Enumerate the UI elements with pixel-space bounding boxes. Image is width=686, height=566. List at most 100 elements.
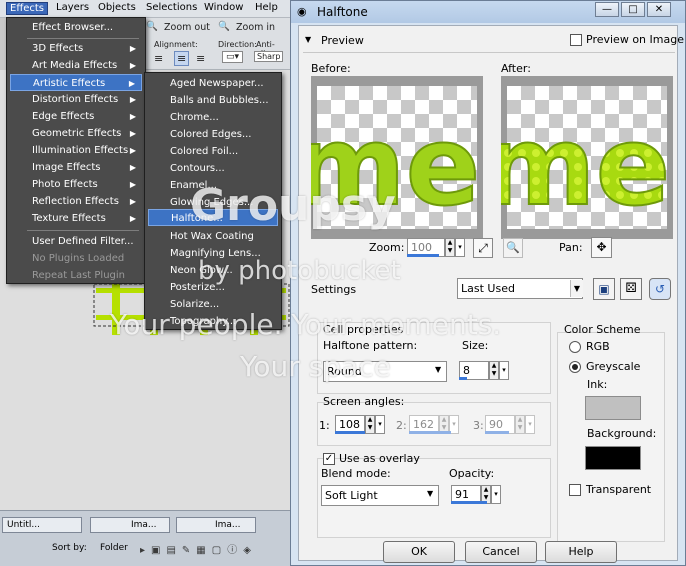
menu-item-colored-edges[interactable]: Colored Edges... bbox=[148, 126, 278, 143]
size-spinner[interactable]: ▲ ▼ bbox=[489, 361, 499, 380]
menu-effects[interactable]: Effects bbox=[6, 2, 48, 15]
menu-item-3d-effects[interactable]: 3D Effects ▶ bbox=[10, 40, 142, 57]
after-preview-art: mel bbox=[501, 101, 673, 231]
doc-tab-untitled[interactable]: Untitl... bbox=[2, 517, 82, 533]
preview-header[interactable]: Preview bbox=[321, 34, 364, 47]
zoom-in-button[interactable]: Zoom in bbox=[236, 22, 275, 33]
transparent-checkbox[interactable] bbox=[569, 484, 581, 496]
menu-item-aged-newspaper[interactable]: Aged Newspaper... bbox=[148, 75, 278, 92]
menu-item-texture-effects[interactable]: Texture Effects ▶ bbox=[10, 210, 142, 227]
menu-item-artistic-effects[interactable]: Artistic Effects ▶ bbox=[10, 74, 142, 91]
menu-item-effect-browser[interactable]: Effect Browser... bbox=[10, 19, 142, 36]
menu-item-magnifying-lens[interactable]: Magnifying Lens... bbox=[148, 245, 278, 262]
pan-move-icon[interactable]: ✥ bbox=[591, 237, 612, 258]
cancel-button[interactable]: Cancel bbox=[465, 541, 537, 563]
menu-item-chrome[interactable]: Chrome... bbox=[148, 109, 278, 126]
menu-item-photo-effects[interactable]: Photo Effects ▶ bbox=[10, 176, 142, 193]
chevron-down-icon[interactable]: ▼ bbox=[435, 365, 441, 374]
menu-item-posterize[interactable]: Posterize... bbox=[148, 279, 278, 296]
menu-item-neon-glow[interactable]: Neon Glow... bbox=[148, 262, 278, 279]
greyscale-radio[interactable] bbox=[569, 361, 581, 373]
align-left-icon[interactable]: ≡ bbox=[154, 52, 163, 65]
angle-1-slider-bar[interactable] bbox=[335, 431, 365, 434]
zoom-preview-icon[interactable]: 🔍 bbox=[503, 238, 523, 258]
doc-tab-image-2[interactable]: Ima... bbox=[176, 517, 256, 533]
doc-tab-image-1[interactable]: Ima... bbox=[90, 517, 170, 533]
dialog-titlebar: ◉ Halftone — □ ✕ bbox=[291, 1, 685, 23]
size-slider-bar[interactable] bbox=[459, 377, 467, 380]
submenu-arrow-icon: ▶ bbox=[129, 61, 136, 70]
browser-tool-icons[interactable]: ▸▣▤✎▦▢ⓘ◈ bbox=[140, 541, 257, 556]
angle-2-slider-bar bbox=[409, 431, 451, 434]
background-color-swatch[interactable] bbox=[585, 446, 641, 470]
opacity-slider-bar[interactable] bbox=[451, 501, 487, 504]
menu-item-geometric-effects[interactable]: Geometric Effects ▶ bbox=[10, 125, 142, 142]
sort-folder-dropdown[interactable]: Folder bbox=[100, 543, 128, 553]
randomize-dice-icon[interactable]: ⚄ bbox=[620, 278, 642, 300]
menu-item-repeat-last-plugin: Repeat Last Plugin bbox=[32, 270, 125, 281]
ink-color-swatch[interactable] bbox=[585, 396, 641, 420]
menu-item-edge-effects[interactable]: Edge Effects ▶ bbox=[10, 108, 142, 125]
zoom-dropdown-arrow[interactable]: ▾ bbox=[455, 238, 465, 257]
menu-layers[interactable]: Layers bbox=[56, 2, 89, 13]
menu-window[interactable]: Window bbox=[204, 2, 243, 13]
maximize-button[interactable]: □ bbox=[621, 2, 645, 17]
menu-item-halftone[interactable]: Halftone... bbox=[148, 209, 278, 226]
blend-mode-dropdown[interactable]: Soft Light bbox=[321, 485, 439, 506]
zoom-spinner[interactable]: ▲ ▼ bbox=[445, 238, 455, 257]
submenu-arrow-icon: ▶ bbox=[129, 214, 136, 223]
menu-selections[interactable]: Selections bbox=[146, 2, 197, 13]
settings-dropdown-arrow[interactable]: ▼ bbox=[570, 280, 583, 297]
menu-item-hot-wax-coating[interactable]: Hot Wax Coating bbox=[148, 228, 278, 245]
angle-1-dropdown-arrow[interactable]: ▾ bbox=[375, 415, 385, 434]
rgb-radio[interactable] bbox=[569, 341, 581, 353]
direction-dropdown[interactable]: ▭▾ bbox=[222, 51, 244, 63]
menu-objects[interactable]: Objects bbox=[98, 2, 136, 13]
align-right-icon[interactable]: ≡ bbox=[196, 52, 205, 65]
antialias-dropdown[interactable]: Sharp bbox=[254, 51, 284, 62]
before-label: Before: bbox=[311, 62, 351, 75]
fit-view-icon[interactable]: ⤢ bbox=[473, 238, 493, 258]
menu-item-colored-foil[interactable]: Colored Foil... bbox=[148, 143, 278, 160]
reset-icon[interactable]: ↺ bbox=[649, 278, 671, 300]
menu-item-art-media-effects[interactable]: Art Media Effects ▶ bbox=[10, 57, 142, 74]
menu-item-solarize[interactable]: Solarize... bbox=[148, 296, 278, 313]
opacity-dropdown-arrow[interactable]: ▾ bbox=[491, 485, 501, 504]
minimize-button[interactable]: — bbox=[595, 2, 619, 17]
ok-button[interactable]: OK bbox=[383, 541, 455, 563]
menu-item-contours[interactable]: Contours... bbox=[148, 160, 278, 177]
preview-lettering: mel bbox=[501, 102, 673, 230]
before-preview[interactable]: mel bbox=[311, 76, 483, 239]
angle-3-spinner: ▲ ▼ bbox=[515, 415, 525, 434]
opacity-label: Opacity: bbox=[449, 467, 495, 480]
save-preset-icon[interactable]: ▣ bbox=[593, 278, 615, 300]
menu-help[interactable]: Help bbox=[255, 2, 278, 13]
help-button[interactable]: Help bbox=[545, 541, 617, 563]
menu-item-reflection-effects[interactable]: Reflection Effects ▶ bbox=[10, 193, 142, 210]
menu-item-user-defined-filter[interactable]: User Defined Filter... bbox=[10, 233, 142, 250]
angle-1-spinner[interactable]: ▲ ▼ bbox=[365, 415, 375, 434]
menu-item-image-effects[interactable]: Image Effects ▶ bbox=[10, 159, 142, 176]
menu-item-topography[interactable]: Topography... bbox=[148, 313, 278, 330]
document-taskbar: Untitl... Ima... Ima... Sort by: Folder … bbox=[0, 510, 290, 566]
zoom-in-icon[interactable]: 🔍 bbox=[218, 21, 230, 32]
menu-item-enamel[interactable]: Enamel... bbox=[148, 177, 278, 194]
halftone-pattern-dropdown[interactable]: Round bbox=[323, 361, 447, 382]
close-button[interactable]: ✕ bbox=[647, 2, 671, 17]
menu-item-balls-and-bubbles[interactable]: Balls and Bubbles... bbox=[148, 92, 278, 109]
divider bbox=[303, 52, 675, 53]
align-center-icon[interactable]: ≡ bbox=[174, 51, 190, 66]
zoom-out-button[interactable]: Zoom out bbox=[164, 22, 210, 33]
use-as-overlay-checkbox[interactable]: ✓ bbox=[323, 453, 335, 465]
settings-dropdown[interactable]: Last Used bbox=[457, 278, 583, 299]
size-dropdown-arrow[interactable]: ▾ bbox=[499, 361, 509, 380]
chevron-down-icon[interactable]: ▼ bbox=[427, 489, 433, 498]
after-preview[interactable]: mel bbox=[501, 76, 673, 239]
zoom-out-icon[interactable]: 🔍 bbox=[146, 21, 158, 32]
zoom-slider-bar[interactable] bbox=[407, 254, 439, 257]
preview-on-image-checkbox[interactable] bbox=[570, 34, 582, 46]
collapse-triangle-icon[interactable]: ▼ bbox=[305, 35, 311, 44]
pan-label: Pan: bbox=[559, 241, 583, 254]
menu-item-distortion-effects[interactable]: Distortion Effects ▶ bbox=[10, 91, 142, 108]
menu-item-illumination-effects[interactable]: Illumination Effects ▶ bbox=[10, 142, 142, 159]
